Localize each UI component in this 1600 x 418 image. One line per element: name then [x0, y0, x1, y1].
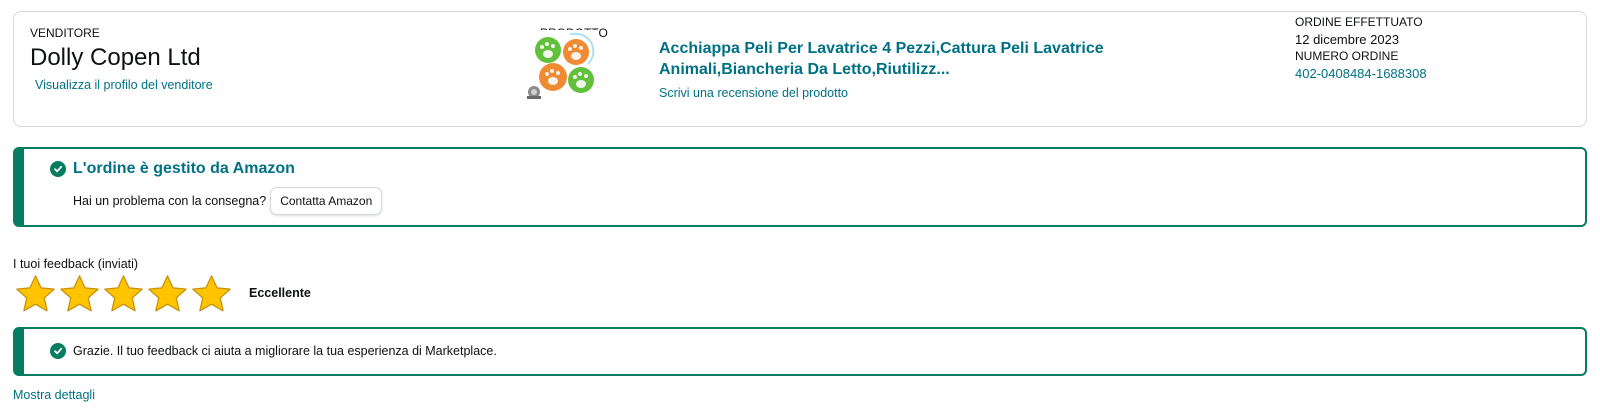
- seller-section: VENDITORE Dolly Copen Ltd Visualizza il …: [30, 26, 213, 92]
- star-icon[interactable]: [146, 273, 189, 316]
- product-title-link[interactable]: Acchiappa Peli Per Lavatrice 4 Pezzi,Cat…: [659, 38, 1129, 80]
- star-icon[interactable]: [14, 273, 57, 316]
- star-icon[interactable]: [190, 273, 233, 316]
- order-number-caption: NUMERO ORDINE: [1295, 49, 1399, 63]
- contact-amazon-button[interactable]: Contatta Amazon: [270, 187, 383, 215]
- star-rating[interactable]: [14, 273, 233, 316]
- write-review-link[interactable]: Scrivi una recensione del prodotto: [659, 86, 1129, 100]
- fulfilled-by-amazon-alert: L'ordine è gestito da Amazon Hai un prob…: [13, 147, 1587, 227]
- feedback-label: I tuoi feedback (inviati): [13, 257, 139, 271]
- show-details-link[interactable]: Mostra dettagli: [13, 388, 95, 402]
- check-circle-icon: [50, 161, 66, 177]
- product-info: Acchiappa Peli Per Lavatrice 4 Pezzi,Cat…: [659, 38, 1129, 100]
- alert-title: L'ordine è gestito da Amazon: [73, 160, 295, 177]
- star-icon[interactable]: [58, 273, 101, 316]
- order-number-link[interactable]: 402-0408484-1688308: [1295, 66, 1427, 81]
- delivery-problem-row: Hai un problema con la consegna? Contatt…: [73, 187, 383, 215]
- feedback-thanks-alert: Grazie. Il tuo feedback ci aiuta a migli…: [13, 327, 1587, 376]
- delivery-problem-question: Hai un problema con la consegna?: [73, 194, 267, 208]
- star-icon[interactable]: [102, 273, 145, 316]
- product-thumbnail[interactable]: [526, 30, 598, 102]
- order-placed-caption: ORDINE EFFETTUATO: [1295, 15, 1423, 29]
- seller-name: Dolly Copen Ltd: [30, 44, 201, 71]
- seller-profile-link[interactable]: Visualizza il profilo del venditore: [35, 78, 213, 92]
- order-placed-date: 12 dicembre 2023: [1295, 32, 1400, 47]
- check-circle-icon: [50, 343, 66, 359]
- thanks-text: Grazie. Il tuo feedback ci aiuta a migli…: [73, 344, 497, 358]
- rating-text: Eccellente: [249, 286, 311, 300]
- order-info-section: ORDINE EFFETTUATO 12 dicembre 2023 NUMER…: [1295, 14, 1427, 82]
- seller-caption: VENDITORE: [30, 26, 100, 40]
